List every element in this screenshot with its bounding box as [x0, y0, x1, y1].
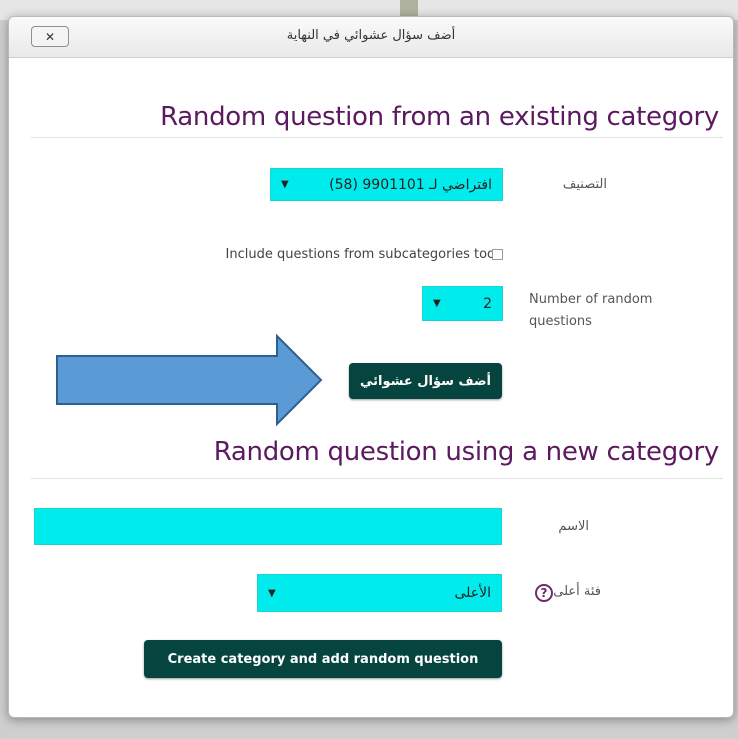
number-label-line1: Number of random: [529, 292, 653, 307]
category-label: التصنيف: [562, 177, 607, 192]
number-label-line2: questions: [529, 314, 592, 329]
dialog-titlebar: ✕ أضف سؤال عشوائي في النهاية: [9, 17, 733, 58]
new-category-heading: Random question using a new category: [213, 437, 720, 467]
number-of-questions-value: 2: [483, 295, 492, 312]
subcategories-checkbox[interactable]: [492, 249, 503, 260]
chevron-down-icon: ▼: [433, 298, 441, 309]
number-of-questions-label: Number of random questions: [529, 289, 652, 333]
dialog-title: أضف سؤال عشوائي في النهاية: [286, 28, 456, 43]
parent-category-select[interactable]: ▼ الأعلى: [257, 574, 502, 612]
help-icon[interactable]: ?: [535, 584, 553, 602]
section-divider: [31, 137, 723, 138]
parent-category-value: الأعلى: [454, 585, 491, 601]
category-name-input[interactable]: [34, 508, 502, 545]
subcategories-label: Include questions from subcategories too: [225, 247, 495, 262]
parent-category-label: فئة أعلى: [553, 584, 601, 599]
section-divider: [31, 478, 723, 479]
chevron-down-icon: ▼: [281, 179, 289, 190]
number-of-questions-select[interactable]: ▼ 2: [422, 286, 503, 321]
right-arrow-icon: [56, 334, 323, 426]
chevron-down-icon: ▼: [268, 587, 276, 599]
create-category-button[interactable]: Create category and add random question: [144, 640, 502, 678]
existing-category-heading: Random question from an existing categor…: [160, 102, 719, 132]
category-name-label: الاسم: [558, 519, 589, 534]
category-select-value: افتراضي لـ 9901101 (58): [329, 176, 492, 193]
add-random-question-button[interactable]: أضف سؤال عشوائي: [349, 363, 502, 399]
category-select[interactable]: ▼ افتراضي لـ 9901101 (58): [270, 168, 503, 201]
